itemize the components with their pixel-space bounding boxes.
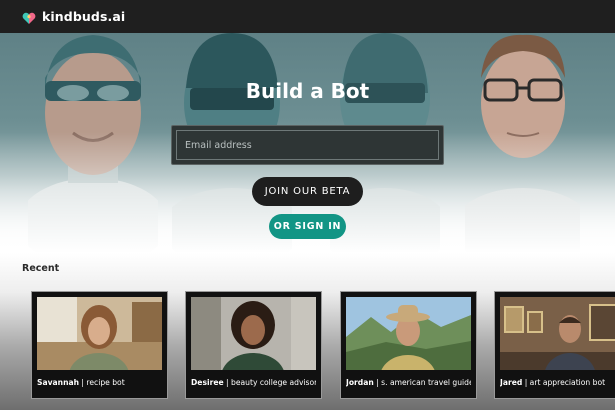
- recent-heading: Recent: [22, 263, 60, 274]
- hero-banner: Build a Bot JOIN OUR BETA OR SIGN IN: [0, 33, 615, 253]
- bot-avatar-image: [500, 297, 615, 370]
- join-beta-button[interactable]: JOIN OUR BETA: [252, 177, 363, 206]
- sign-in-button[interactable]: OR SIGN IN: [269, 214, 346, 239]
- page-title: Build a Bot: [245, 79, 370, 103]
- brand-logo-text[interactable]: kindbuds.ai: [42, 9, 125, 24]
- bot-role: recipe bot: [86, 378, 125, 387]
- bot-card-jordan[interactable]: Jordan | s. american travel guide: [340, 291, 477, 399]
- caption-separator: |: [522, 378, 530, 387]
- bot-name: Jared: [500, 378, 523, 387]
- recent-section: Recent Savannah | recipe bot Desiree | b…: [0, 253, 615, 410]
- bot-avatar-image: [191, 297, 316, 370]
- bot-role: s. american travel guide: [381, 378, 471, 387]
- email-field[interactable]: [176, 130, 439, 160]
- bot-role: beauty college advisor: [231, 378, 316, 387]
- top-nav-bar: kindbuds.ai: [0, 0, 615, 33]
- heart-icon[interactable]: [22, 10, 36, 24]
- bot-name: Savannah: [37, 378, 80, 387]
- caption-separator: |: [223, 378, 232, 387]
- email-field-container: [171, 125, 444, 165]
- bot-card-savannah[interactable]: Savannah | recipe bot: [31, 291, 168, 399]
- bot-name: Desiree: [191, 378, 224, 387]
- bot-card-jared[interactable]: Jared | art appreciation bot: [494, 291, 615, 399]
- bot-card-desiree[interactable]: Desiree | beauty college advisor: [185, 291, 322, 399]
- bot-avatar-image: [346, 297, 471, 370]
- bot-role: art appreciation bot: [529, 378, 606, 387]
- bot-name: Jordan: [346, 378, 374, 387]
- bot-avatar-image: [37, 297, 162, 370]
